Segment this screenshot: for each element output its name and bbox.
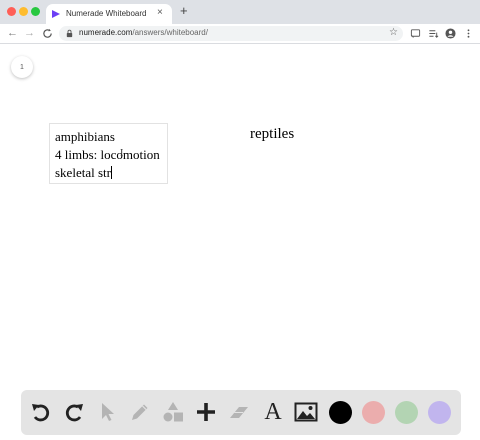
pencil-tool-button[interactable] xyxy=(128,400,152,424)
bookmark-star-icon[interactable]: ☆ xyxy=(389,27,398,39)
close-window-button[interactable] xyxy=(7,7,16,16)
text-box[interactable]: amphibians 4 limbs: locomotion skeletal … xyxy=(49,123,168,184)
address-bar[interactable]: numerade.com/answers/whiteboard/ ☆ xyxy=(59,26,403,41)
color-swatch-lavender[interactable] xyxy=(428,401,451,424)
color-swatch-pink[interactable] xyxy=(362,401,385,424)
tab-numerade-whiteboard[interactable]: Numerade Whiteboard × xyxy=(46,4,172,24)
text-line: 4 limbs: locomotion xyxy=(55,147,160,162)
new-tab-button[interactable]: + xyxy=(180,4,188,18)
reload-icon[interactable] xyxy=(42,28,53,39)
text-line: skeletal str xyxy=(55,164,167,182)
forward-button[interactable]: → xyxy=(24,27,35,40)
redo-icon xyxy=(65,404,83,422)
tab-title: Numerade Whiteboard xyxy=(66,9,147,18)
text-line: amphibians xyxy=(55,129,115,144)
undo-icon xyxy=(32,404,50,422)
shapes-icon xyxy=(163,402,183,422)
whiteboard-text-reptiles[interactable]: reptiles xyxy=(250,126,294,143)
tab-close-icon[interactable]: × xyxy=(157,7,163,19)
cast-icon[interactable] xyxy=(410,28,421,39)
select-tool-button[interactable] xyxy=(95,400,119,424)
shapes-tool-button[interactable] xyxy=(161,400,185,424)
lock-icon[interactable] xyxy=(65,29,74,38)
color-swatch-black[interactable] xyxy=(329,401,352,424)
add-button[interactable] xyxy=(194,400,218,424)
maximize-window-button[interactable] xyxy=(31,7,40,16)
profile-avatar-icon[interactable] xyxy=(445,28,456,39)
url-path: /answers/whiteboard/ xyxy=(132,28,208,37)
i-beam-cursor-icon: I xyxy=(120,148,124,159)
text-tool-button[interactable]: A xyxy=(261,400,285,424)
text-line-content: skeletal str xyxy=(55,165,111,180)
browser-toolbar: ← → numerade.com/answers/whiteboard/ ☆ xyxy=(0,24,480,44)
numerade-logo-icon xyxy=(52,10,60,18)
back-button[interactable]: ← xyxy=(7,27,18,40)
eraser-tool-button[interactable] xyxy=(227,400,251,424)
undo-button[interactable] xyxy=(29,400,53,424)
drawing-toolbar: A xyxy=(21,390,461,435)
minimize-window-button[interactable] xyxy=(19,7,28,16)
url-text: numerade.com/answers/whiteboard/ xyxy=(79,28,208,37)
more-menu-icon[interactable] xyxy=(463,28,474,39)
tab-bar: Numerade Whiteboard × + xyxy=(0,0,480,24)
page-number-badge[interactable]: 1 xyxy=(11,56,33,78)
color-swatch-green[interactable] xyxy=(395,401,418,424)
image-icon xyxy=(294,402,318,422)
add-icon xyxy=(197,403,215,421)
redo-button[interactable] xyxy=(62,400,86,424)
image-tool-button[interactable] xyxy=(294,400,318,424)
url-host: numerade.com xyxy=(79,28,133,37)
pencil-icon xyxy=(132,404,148,420)
text-caret xyxy=(110,166,112,179)
reading-list-icon[interactable] xyxy=(428,28,439,39)
eraser-icon xyxy=(230,407,248,418)
select-icon xyxy=(102,403,114,421)
